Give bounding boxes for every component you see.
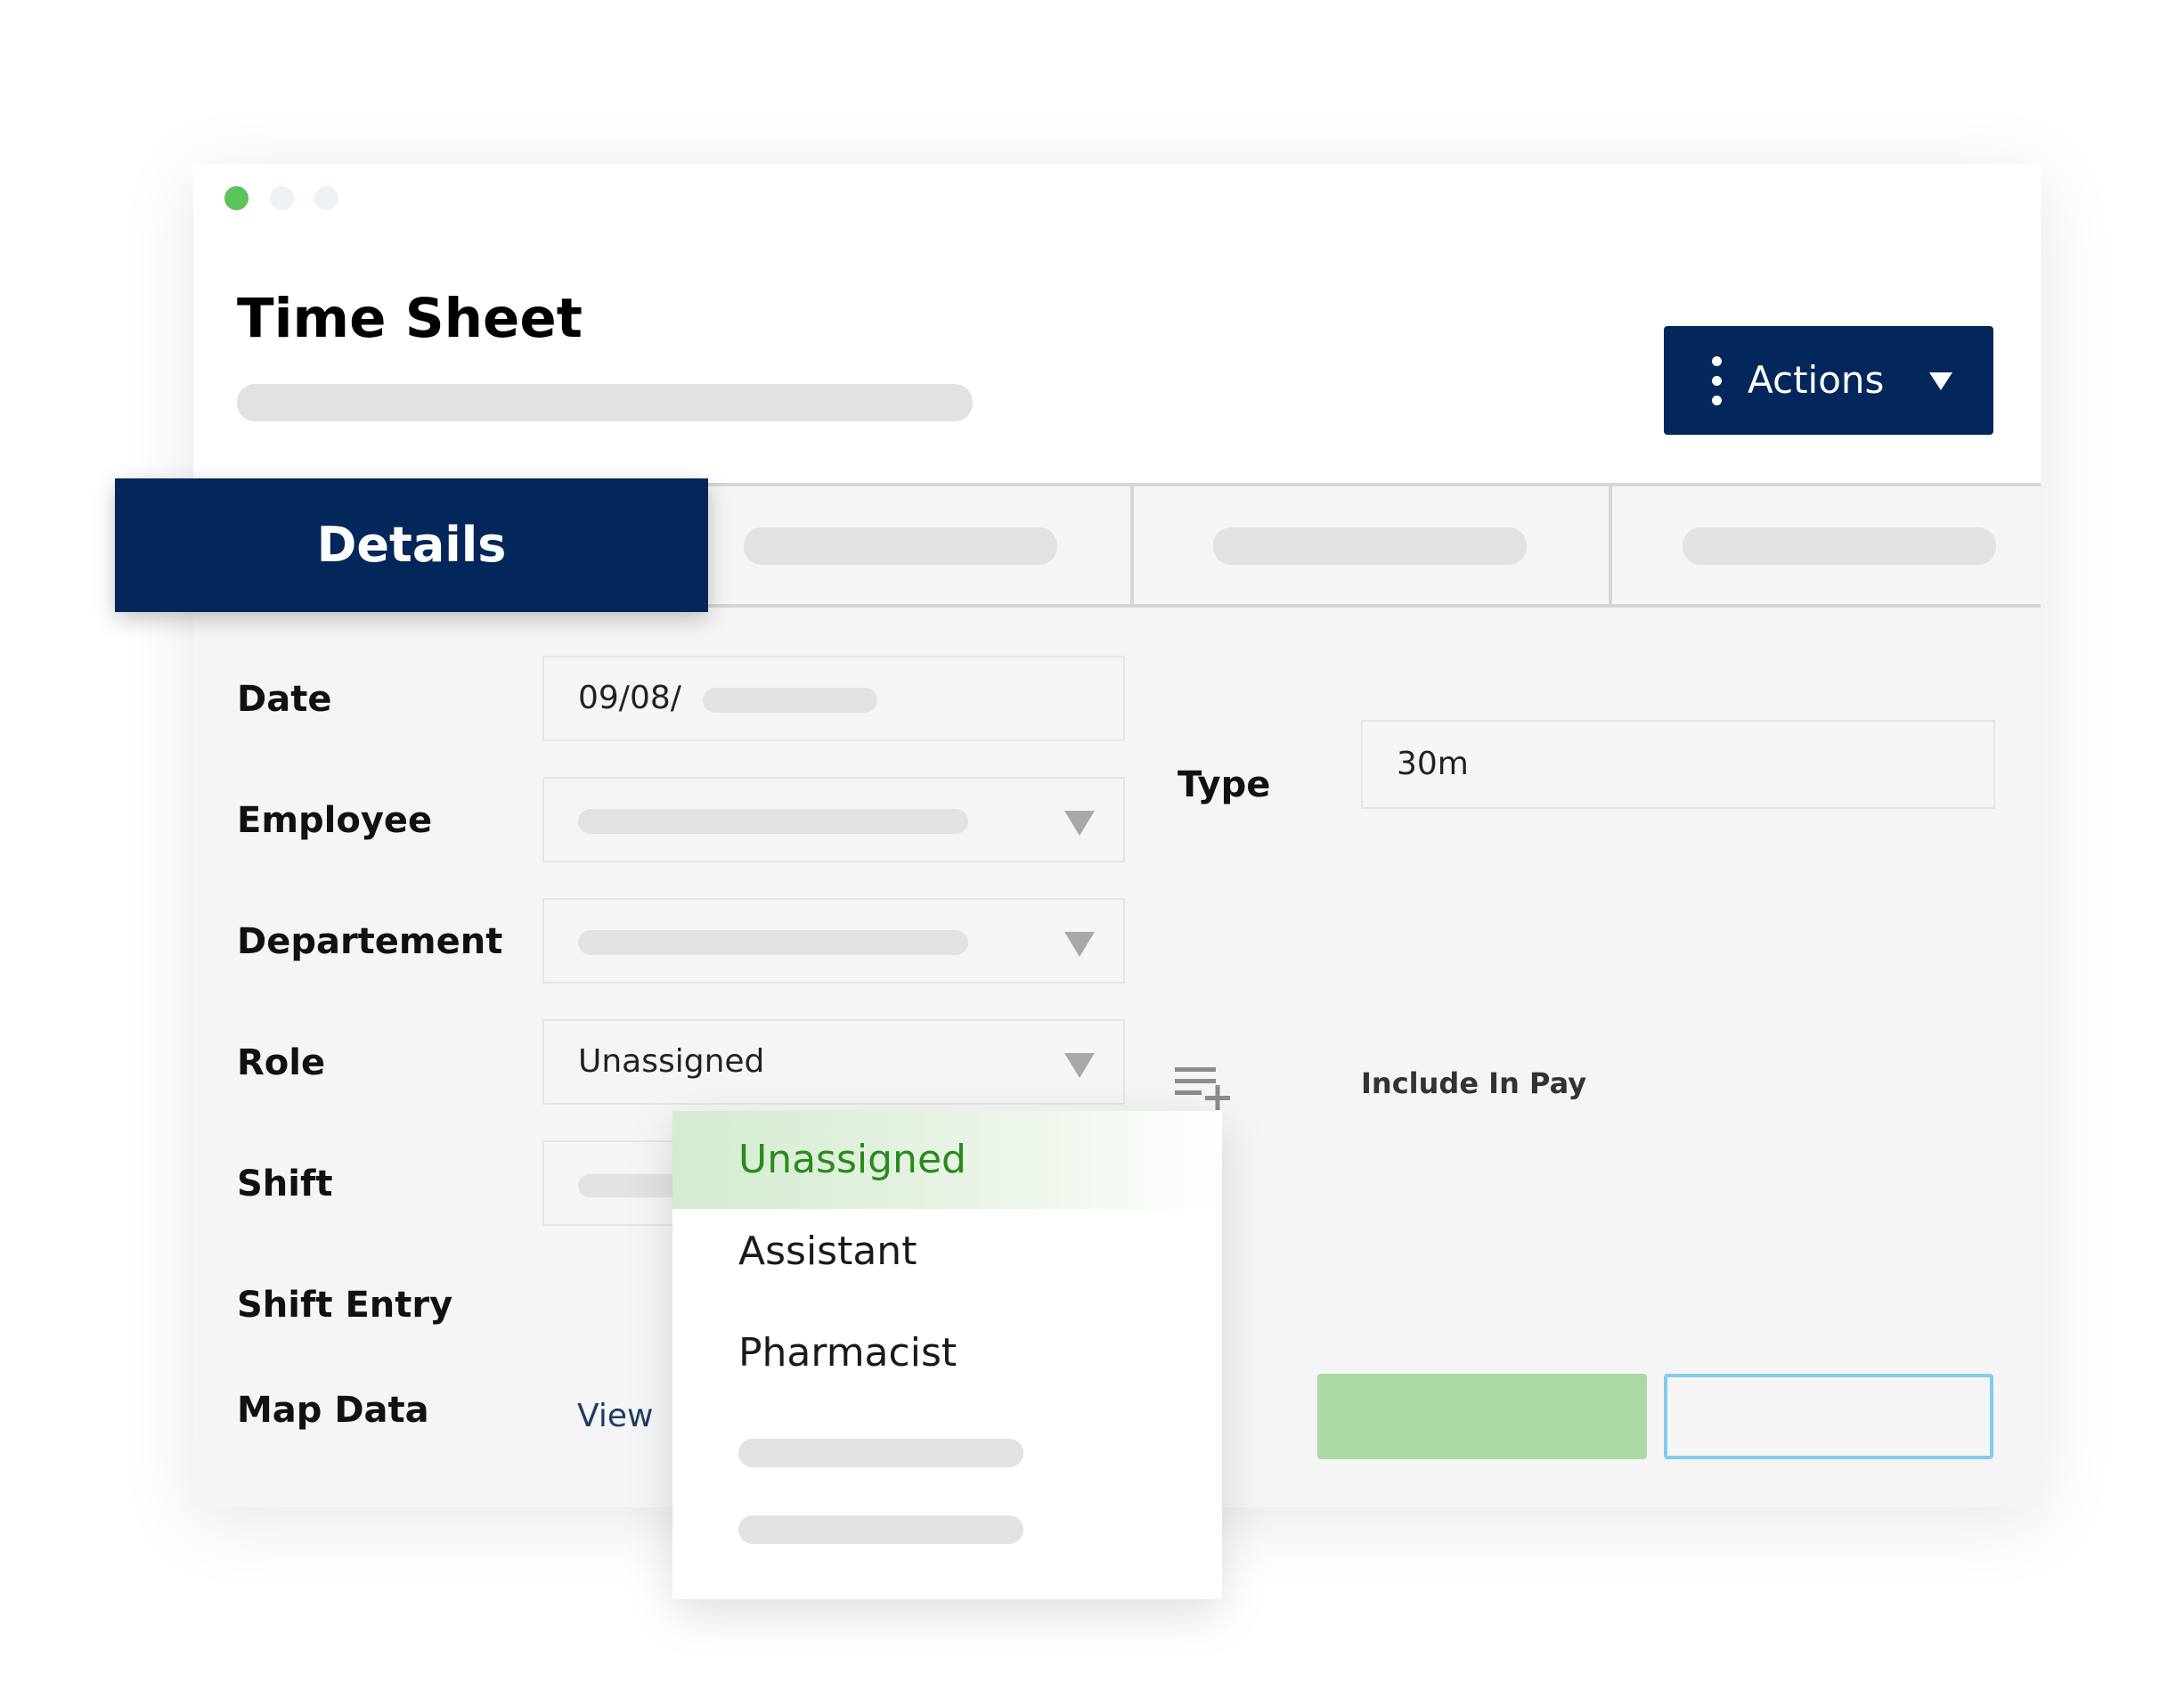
- role-label: Role: [237, 1042, 326, 1083]
- tab-placeholder[interactable]: [744, 527, 1057, 565]
- window-header: Time Sheet Actions: [193, 164, 2041, 483]
- date-label: Date: [237, 679, 332, 720]
- window-dot-gray-icon[interactable]: [314, 186, 338, 210]
- include-in-pay-label: Include In Pay: [1361, 1066, 1587, 1100]
- dropdown-option-placeholder[interactable]: [738, 1515, 1023, 1544]
- type-field[interactable]: 30m: [1361, 720, 1995, 809]
- department-value-placeholder: [578, 930, 968, 955]
- date-value: 09/08/: [578, 680, 681, 716]
- cancel-button[interactable]: [1664, 1374, 1993, 1459]
- chevron-down-icon: [1064, 932, 1095, 957]
- shift-entry-label: Shift Entry: [237, 1285, 453, 1326]
- chevron-down-icon: [1064, 1053, 1095, 1078]
- dropdown-option-label: Unassigned: [738, 1137, 966, 1182]
- caret-down-icon: [1929, 372, 1952, 390]
- tab-divider: [1609, 486, 1612, 604]
- window-dot-gray-icon[interactable]: [270, 186, 294, 210]
- playlist-add-icon[interactable]: [1175, 1060, 1234, 1110]
- dropdown-option-label: Assistant: [738, 1229, 917, 1274]
- tab-details[interactable]: Details: [115, 478, 708, 612]
- actions-button[interactable]: Actions: [1664, 326, 1993, 435]
- role-select[interactable]: Unassigned: [542, 1019, 1125, 1105]
- save-button[interactable]: [1317, 1374, 1647, 1459]
- actions-label: Actions: [1748, 358, 1885, 402]
- type-value: 30m: [1397, 746, 1469, 782]
- employee-value-placeholder: [578, 809, 968, 834]
- map-data-view-link[interactable]: View: [577, 1395, 653, 1438]
- role-value: Unassigned: [578, 1043, 765, 1080]
- type-label: Type: [1178, 764, 1271, 805]
- employee-select[interactable]: [542, 777, 1125, 862]
- department-select[interactable]: [542, 898, 1125, 984]
- employee-label: Employee: [237, 800, 433, 841]
- dropdown-option-pharmacist[interactable]: Pharmacist: [672, 1307, 1222, 1405]
- page-title: Time Sheet: [237, 287, 583, 350]
- kebab-menu-icon: [1712, 356, 1723, 406]
- dropdown-option-placeholder[interactable]: [738, 1439, 1023, 1467]
- role-dropdown-menu: Unassigned Assistant Pharmacist: [672, 1111, 1222, 1599]
- tab-placeholder[interactable]: [1683, 527, 1996, 565]
- date-year-placeholder: [703, 688, 877, 713]
- map-data-label: Map Data: [237, 1390, 429, 1431]
- date-field[interactable]: 09/08/: [542, 656, 1125, 741]
- tab-divider: [1130, 486, 1134, 604]
- subtitle-placeholder: [237, 384, 973, 421]
- chevron-down-icon: [1064, 811, 1095, 836]
- window-dot-green-icon[interactable]: [224, 186, 249, 210]
- shift-label: Shift: [237, 1164, 333, 1204]
- dropdown-option-label: Pharmacist: [738, 1330, 958, 1376]
- tab-placeholder[interactable]: [1213, 527, 1527, 565]
- department-label: Departement: [237, 921, 503, 962]
- dropdown-option-assistant[interactable]: Assistant: [672, 1209, 1222, 1307]
- dropdown-option-unassigned[interactable]: Unassigned: [672, 1111, 1222, 1209]
